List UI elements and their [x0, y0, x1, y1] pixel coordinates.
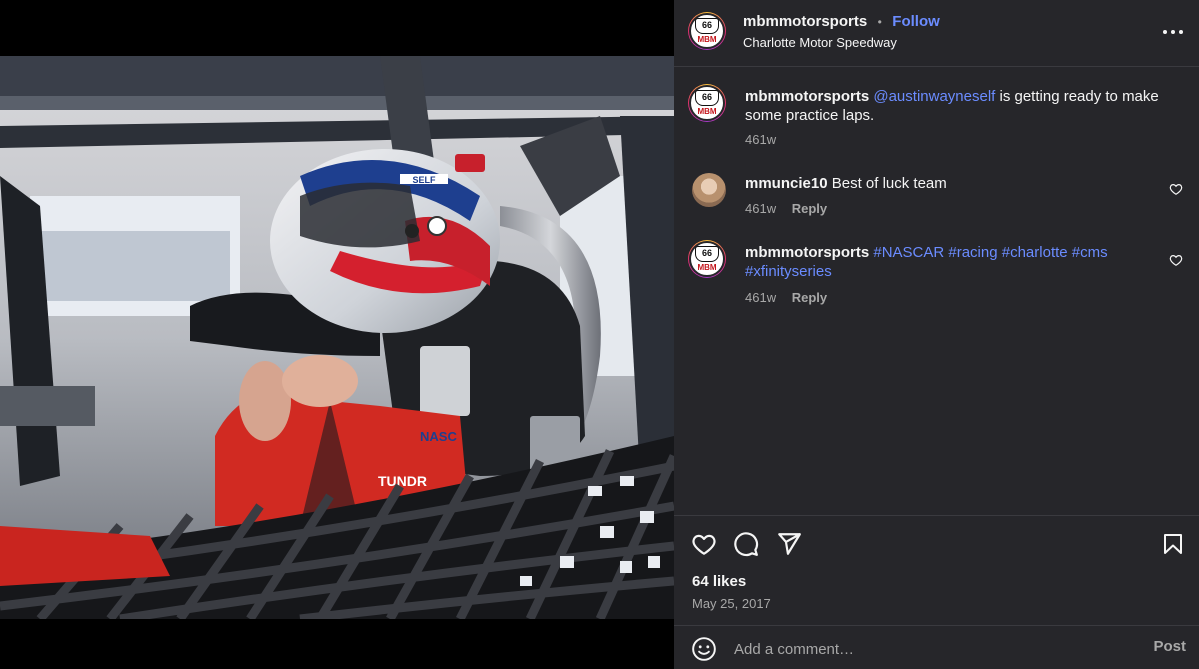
mention-link[interactable]: @austinwayneself [873, 88, 995, 105]
logo-route-66: 66 [695, 90, 719, 106]
comment-time: 461w [745, 290, 777, 305]
comment-text: mmuncie10 Best of luck team [745, 174, 947, 193]
caption: 66 MBM mbmmotorsports @austinwayneself i… [688, 84, 1183, 154]
logo-mbm: MBM [697, 107, 717, 116]
comment-username[interactable]: mmuncie10 [745, 175, 828, 192]
comment-meta: 461w Reply [745, 201, 827, 216]
post-photo[interactable]: SELF NASC TUNDR [0, 56, 674, 619]
logo-route-66: 66 [695, 246, 719, 262]
comment-icon[interactable] [733, 531, 759, 557]
comment-username[interactable]: mbmmotorsports [745, 244, 869, 261]
more-options-icon[interactable] [1163, 22, 1183, 42]
helmet-text: SELF [412, 175, 436, 185]
comment-item: 66 MBM mbmmotorsports #NASCAR #racing #c… [688, 240, 1183, 310]
post-details-panel: 66 MBM mbmmotorsports • Follow Charlotte… [674, 0, 1199, 669]
logo-mbm: MBM [697, 35, 717, 44]
comment-meta: 461w Reply [745, 290, 827, 305]
caption-username[interactable]: mbmmotorsports [745, 88, 869, 105]
commenter-avatar[interactable] [692, 173, 726, 207]
logo-route-66: 66 [695, 18, 719, 34]
race-car-cockpit-image: SELF NASC TUNDR [0, 56, 674, 619]
likes-count[interactable]: 64 likes [692, 573, 746, 590]
post-location[interactable]: Charlotte Motor Speedway [743, 35, 897, 50]
heart-icon[interactable] [691, 531, 717, 557]
avatar[interactable]: 66 MBM [688, 240, 726, 278]
caption-text: mbmmotorsports @austinwayneself is getti… [745, 87, 1165, 125]
comment-text: mbmmotorsports #NASCAR #racing #charlott… [745, 243, 1145, 281]
post-media: SELF NASC TUNDR [0, 0, 674, 669]
caption-time: 461w [745, 132, 777, 147]
post-actions: 64 likes May 25, 2017 [674, 515, 1199, 625]
comment-body: Best of luck team [831, 175, 947, 192]
post-date: May 25, 2017 [692, 596, 771, 611]
bookmark-icon[interactable] [1161, 531, 1185, 557]
emoji-icon[interactable] [691, 636, 717, 662]
follow-button[interactable]: Follow [892, 13, 940, 30]
reply-button[interactable]: Reply [792, 201, 827, 216]
avatar[interactable]: 66 MBM [688, 12, 726, 50]
logo-mbm: MBM [697, 263, 717, 272]
like-comment-heart-icon[interactable] [1169, 253, 1183, 267]
comment-input[interactable] [732, 637, 1126, 661]
comment-item: mmuncie10 Best of luck team 461w Reply [688, 172, 1183, 222]
post-username[interactable]: mbmmotorsports [743, 13, 867, 30]
separator-dot: • [877, 15, 882, 29]
suit-text-1: NASC [420, 429, 457, 444]
like-comment-heart-icon[interactable] [1169, 182, 1183, 196]
post-header: 66 MBM mbmmotorsports • Follow Charlotte… [674, 0, 1199, 67]
suit-text-2: TUNDR [378, 473, 427, 489]
share-icon[interactable] [776, 531, 802, 557]
post-comment-button[interactable]: Post [1153, 638, 1186, 655]
avatar[interactable]: 66 MBM [688, 84, 726, 122]
add-comment-bar: Post [674, 625, 1199, 669]
reply-button[interactable]: Reply [792, 290, 827, 305]
comment-time: 461w [745, 201, 777, 216]
